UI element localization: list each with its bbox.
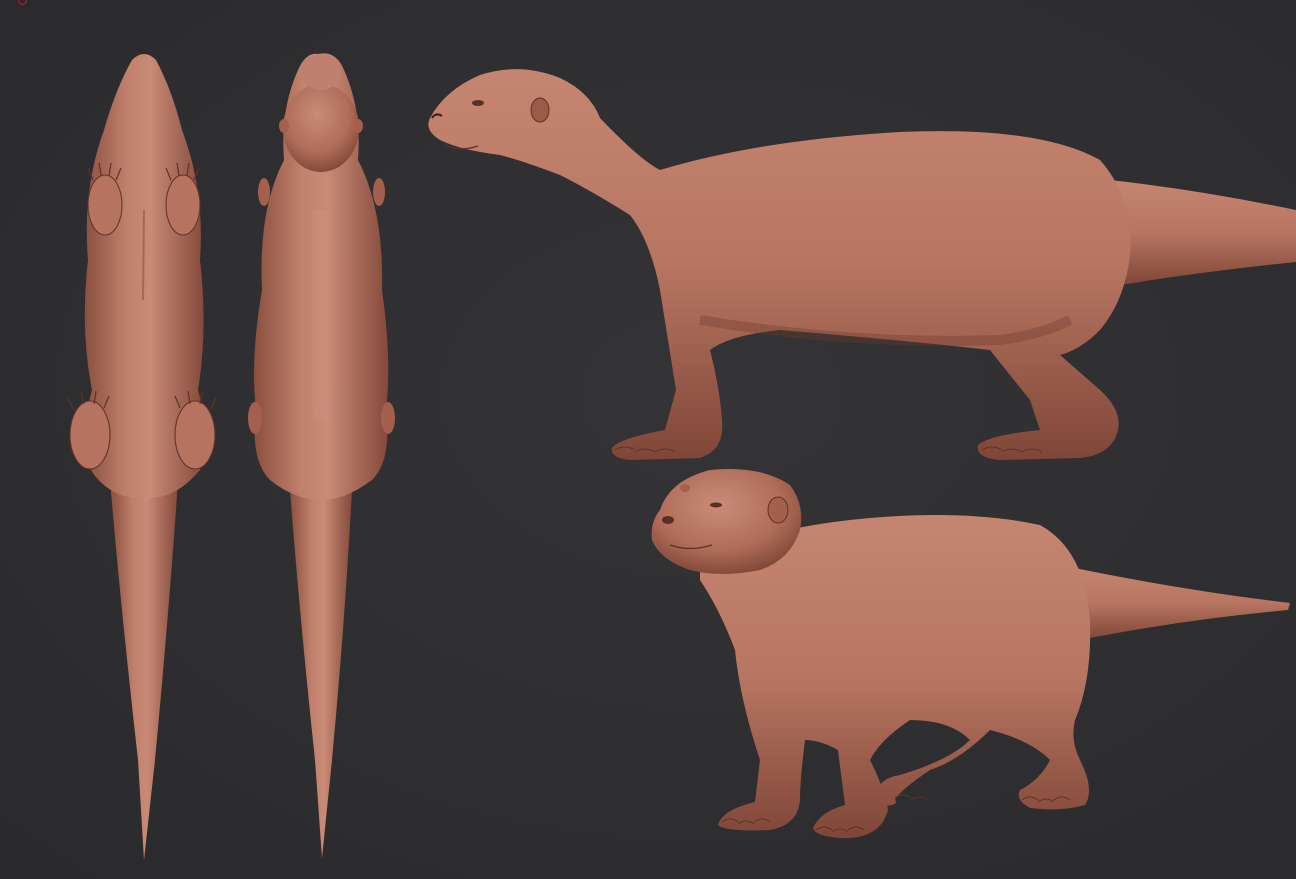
top-view [248,53,395,858]
viewport-canvas[interactable] [0,0,1296,879]
side-view [428,69,1296,460]
perspective-view [651,469,1290,839]
otter-sculpt-renders [67,53,1296,860]
bottom-view [67,54,217,860]
